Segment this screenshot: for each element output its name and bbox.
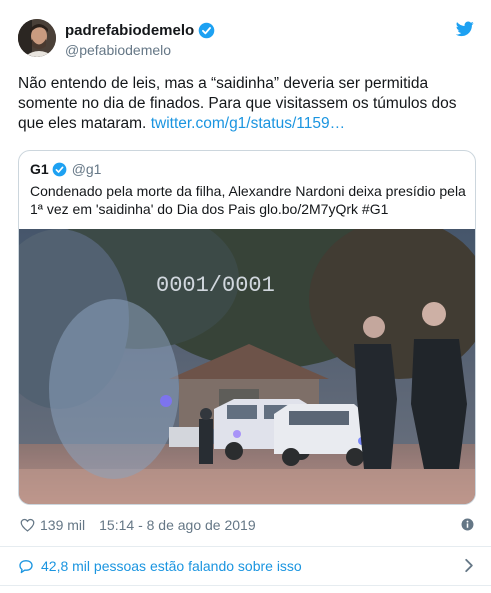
tweet-link[interactable]: twitter.com/g1/status/1159… xyxy=(151,115,345,132)
quoted-text: Condenado pela morte da filha, Alexandre… xyxy=(30,183,466,217)
display-name[interactable]: padrefabiodemelo xyxy=(65,22,194,39)
chevron-right-icon[interactable] xyxy=(464,558,474,573)
tweet-meta: 139 mil 15:14 - 8 de ago de 2019 xyxy=(20,515,480,535)
conversation-text[interactable]: 42,8 mil pessoas estão falando sobre iss… xyxy=(41,558,302,574)
heart-icon[interactable] xyxy=(20,518,35,532)
divider xyxy=(0,546,491,547)
tweet-body: Não entendo de leis, mas a “saidinha” de… xyxy=(18,74,478,134)
divider xyxy=(0,585,491,586)
speech-bubble-icon xyxy=(19,559,33,573)
quoted-media-image[interactable]: 0001/0001 xyxy=(19,229,475,504)
twitter-bird-icon[interactable] xyxy=(456,21,474,37)
avatar[interactable] xyxy=(18,19,56,57)
conversation-link[interactable]: 42,8 mil pessoas estão falando sobre iss… xyxy=(18,556,478,576)
quoted-display-name: G1 xyxy=(30,161,49,177)
info-icon[interactable] xyxy=(461,518,474,531)
verified-badge-icon xyxy=(52,162,67,176)
verified-badge-icon xyxy=(198,22,215,39)
tweet-card: padrefabiodemelo @pefabiodemelo Não ente… xyxy=(0,0,491,593)
tweet-header: padrefabiodemelo @pefabiodemelo xyxy=(18,19,478,59)
name-row: padrefabiodemelo xyxy=(65,22,215,39)
like-count[interactable]: 139 mil xyxy=(40,517,85,533)
user-handle[interactable]: @pefabiodemelo xyxy=(65,42,171,58)
tweet-timestamp[interactable]: 15:14 - 8 de ago de 2019 xyxy=(99,517,255,533)
quoted-tweet[interactable]: G1 @g1 Condenado pela morte da filha, Al… xyxy=(18,150,476,505)
quoted-handle: @g1 xyxy=(71,161,102,177)
quoted-tweet-header: G1 @g1 xyxy=(30,161,101,177)
